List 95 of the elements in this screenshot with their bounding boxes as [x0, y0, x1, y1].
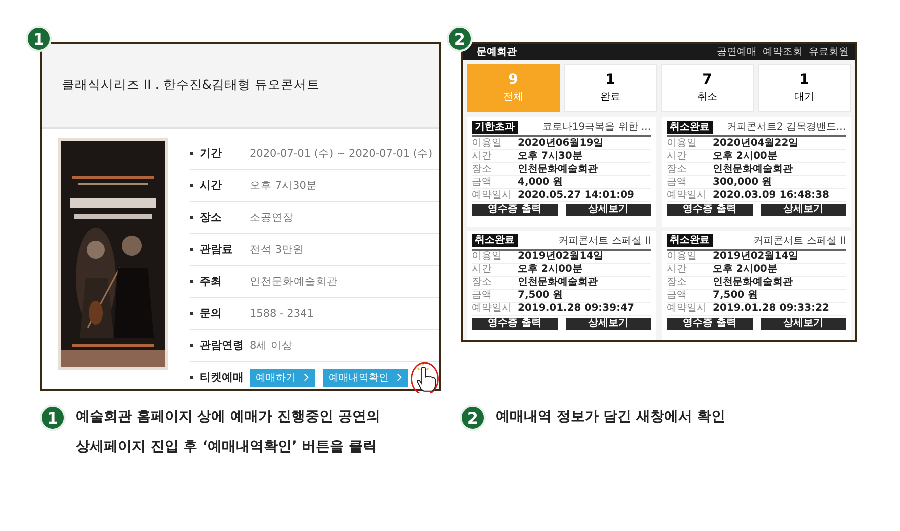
field-value: 인천문화예술회관 — [518, 164, 598, 174]
field-value: 인천문화예술회관 — [518, 277, 598, 288]
field-value: 오후 7시30분 — [518, 150, 582, 162]
info-label: 티켓예매 — [200, 370, 245, 385]
status-tab[interactable]: 7 취소 — [661, 64, 754, 112]
nav-link[interactable]: 공연예매 — [717, 45, 757, 59]
info-value: 인천문화예술회관 — [250, 274, 338, 288]
booking-title: 커피콘서트2 김목경밴드... — [726, 121, 846, 134]
field-label: 예약일시 — [472, 303, 513, 314]
field-value: 2020년06월19일 — [518, 138, 604, 148]
field-value: 2019년02월14일 — [518, 251, 604, 262]
status-badge: 기한초과 — [472, 120, 518, 134]
status-badge: 취소완료 — [472, 234, 518, 247]
field-label: 시간 — [472, 264, 493, 275]
field-value: 2020.03.09 16:48:38 — [713, 190, 830, 200]
info-value: 전석 3만원 — [250, 242, 304, 256]
field-value: 2019년02월14일 — [713, 251, 799, 262]
field-label: 시간 — [472, 150, 493, 162]
field-value: 4,000 원 — [518, 176, 564, 188]
bullet-icon — [190, 312, 193, 315]
booking-title: 커피콘서트 스페셜 II — [754, 234, 846, 248]
step-badge: 2 — [447, 26, 473, 52]
step-badge: 1 — [40, 405, 66, 431]
site-name: 문예회관 — [477, 46, 517, 59]
field-value: 2020.05.27 14:01:09 — [518, 190, 634, 200]
details-button[interactable]: 상세보기 — [566, 318, 651, 330]
info-label: 관람료 — [200, 242, 234, 257]
field-value: 오후 2시00분 — [518, 264, 582, 275]
chevron-icon — [397, 373, 402, 382]
bullet-icon — [190, 344, 193, 347]
field-value: 인천문화예술회관 — [713, 164, 793, 174]
info-value: 1588 - 2341 — [250, 308, 314, 320]
receipt-button[interactable]: 영수증 출력 — [472, 204, 558, 216]
status-badge: 취소완료 — [667, 234, 713, 247]
field-value: 7,500 원 — [713, 290, 758, 301]
info-label: 주최 — [200, 274, 223, 289]
field-value: 2019.01.28 09:33:22 — [713, 303, 830, 314]
field-label: 금액 — [667, 290, 688, 301]
receipt-button[interactable]: 영수증 출력 — [472, 318, 558, 330]
nav-link[interactable]: 예약조회 — [763, 45, 803, 59]
bullet-icon — [190, 280, 193, 283]
field-label: 예약일시 — [472, 190, 513, 200]
field-label: 이용일 — [472, 138, 503, 148]
info-value: 오후 7시30분 — [250, 178, 318, 192]
field-label: 금액 — [667, 176, 688, 188]
receipt-button[interactable]: 영수증 출력 — [667, 204, 752, 216]
info-label: 문의 — [200, 306, 223, 321]
field-value: 2019.01.28 09:39:47 — [518, 303, 634, 314]
step-caption: 예매내역 정보가 담긴 새창에서 확인 — [496, 408, 726, 427]
status-badge: 취소완료 — [667, 120, 713, 134]
bullet-icon — [190, 152, 193, 155]
field-label: 금액 — [472, 176, 493, 188]
info-value: 8세 이상 — [250, 338, 294, 352]
info-value: 소공연장 — [250, 210, 294, 224]
field-label: 장소 — [667, 164, 688, 174]
field-label: 장소 — [472, 164, 493, 174]
field-label: 이용일 — [667, 138, 698, 148]
field-label: 이용일 — [667, 251, 698, 262]
field-label: 장소 — [667, 277, 688, 288]
field-value: 7,500 원 — [518, 290, 564, 301]
bullet-icon — [190, 216, 193, 219]
info-label: 관람연령 — [200, 338, 245, 353]
chevron-icon — [304, 373, 309, 382]
status-tab[interactable]: 1 완료 — [564, 64, 657, 112]
receipt-button[interactable]: 영수증 출력 — [667, 318, 752, 330]
info-label: 시간 — [200, 178, 223, 193]
booking-title: 커피콘서트 스페셜 II — [558, 234, 651, 248]
info-label: 기간 — [200, 146, 223, 161]
info-label: 장소 — [200, 210, 223, 225]
field-value: 오후 2시00분 — [713, 264, 778, 275]
field-label: 장소 — [472, 277, 493, 288]
step-caption: 예술회관 홈페이지 상에 예매가 진행중인 공연의 상세페이지 진입 후 ‘예매내역확인’ 버튼을 클릭 — [76, 408, 380, 457]
status-tab[interactable]: 1 대기 — [758, 64, 851, 112]
field-label: 예약일시 — [667, 303, 708, 314]
field-value: 2020년04월22일 — [713, 138, 799, 148]
details-button[interactable]: 상세보기 — [760, 318, 846, 330]
field-value: 300,000 원 — [713, 176, 772, 188]
bullet-icon — [190, 248, 193, 251]
concert-title: 클래식시리즈 II . 한수진&김태형 듀오콘서트 — [62, 77, 320, 94]
details-button[interactable]: 상세보기 — [566, 204, 651, 216]
bullet-icon — [190, 376, 193, 379]
details-button[interactable]: 상세보기 — [760, 204, 846, 216]
field-value: 인천문화예술회관 — [713, 277, 793, 288]
step-badge: 2 — [460, 405, 486, 431]
field-label: 이용일 — [472, 251, 503, 262]
field-value: 오후 2시00분 — [713, 150, 778, 162]
step-badge: 1 — [26, 26, 52, 52]
field-label: 시간 — [667, 264, 688, 275]
nav-link[interactable]: 유료회원 — [809, 45, 849, 59]
field-label: 시간 — [667, 150, 688, 162]
bullet-icon — [190, 184, 193, 187]
booking-title: 코로나19극복을 위한 ... — [542, 121, 651, 134]
field-label: 금액 — [472, 290, 493, 301]
field-label: 예약일시 — [667, 190, 708, 200]
info-value: 2020-07-01 (수) ~ 2020-07-01 (수) — [250, 146, 433, 160]
